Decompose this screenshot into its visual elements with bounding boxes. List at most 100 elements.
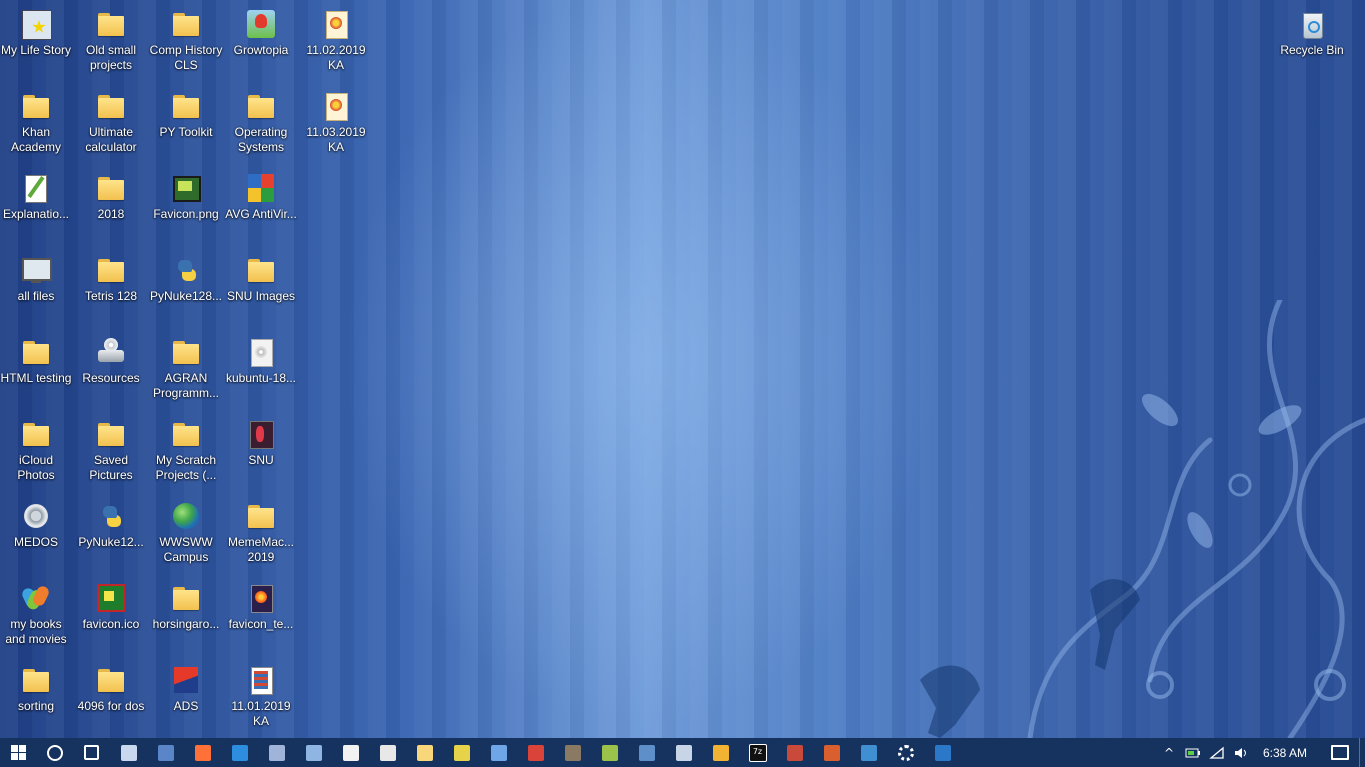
taskbar-app-icon-9-button[interactable]	[776, 738, 813, 767]
desktop-icon-explanatio[interactable]: Explanatio...	[0, 166, 72, 248]
taskbar-app-icon-1-button[interactable]	[147, 738, 184, 767]
avg-icon	[245, 172, 277, 204]
taskbar-app-icon-2-button[interactable]	[258, 738, 295, 767]
taskbar-notepad-button[interactable]	[406, 738, 443, 767]
app-icon-1	[157, 744, 174, 761]
desktop-icon-label: My Life Story	[0, 43, 72, 57]
taskbar-this-pc-button[interactable]	[110, 738, 147, 767]
taskbar-search-button[interactable]	[36, 738, 73, 767]
taskbar-app-icon-3-button[interactable]	[443, 738, 480, 767]
desktop-icon-icloud-photos[interactable]: iCloud Photos	[0, 412, 72, 494]
desktop-icon-wwsww-campus[interactable]: WWSWW Campus	[150, 494, 222, 576]
desktop-icon-operating-systems[interactable]: Operating Systems	[225, 84, 297, 166]
desktop-icon-11-02-2019-ka[interactable]: 11.02.2019 KA	[300, 2, 372, 84]
app-icon-10	[823, 744, 840, 761]
show-desktop-button[interactable]	[1359, 738, 1365, 767]
taskbar-firefox-button[interactable]	[184, 738, 221, 767]
folder-icon	[95, 8, 127, 40]
desktop-icon-2018[interactable]: 2018	[75, 166, 147, 248]
taskbar-app-icon-11-button[interactable]	[850, 738, 887, 767]
taskbar-app-icon-4-button[interactable]	[517, 738, 554, 767]
desktop-icon-horsingaro[interactable]: horsingaro...	[150, 576, 222, 658]
desktop-icon-11-01-2019-ka[interactable]: 11.01.2019 KA	[225, 658, 297, 738]
desktop-icon-avg-antivir[interactable]: AVG AntiVir...	[225, 166, 297, 248]
taskbar-app-icon-10-button[interactable]	[813, 738, 850, 767]
desktop-icon-all-files[interactable]: all files	[0, 248, 72, 330]
desktop-icon-4096-for-dos[interactable]: 4096 for dos	[75, 658, 147, 738]
taskbar-app-icon-7-button[interactable]	[665, 738, 702, 767]
taskbar-network-button[interactable]	[295, 738, 332, 767]
taskbar: 7z ^ 6:38 AM	[0, 738, 1365, 767]
taskbar-app-icon-8-button[interactable]	[702, 738, 739, 767]
firefox-icon	[194, 744, 211, 761]
msn-icon	[20, 582, 52, 614]
taskbar-app-icon-12-button[interactable]	[924, 738, 961, 767]
recycle-bin-icon[interactable]: Recycle Bin	[1276, 2, 1348, 84]
desktop-icon-ultimate-calculator[interactable]: Ultimate calculator	[75, 84, 147, 166]
desktop-icon-html-testing[interactable]: HTML testing	[0, 330, 72, 412]
desktop-icon-label: SNU Images	[226, 289, 296, 303]
green-img-icon	[170, 172, 202, 204]
desktop-icon-snu[interactable]: SNU	[225, 412, 297, 494]
desktop-icon-label: AGRAN Programm...	[152, 371, 219, 400]
taskbar-task-view-button[interactable]	[73, 738, 110, 767]
desktop-icon-resources[interactable]: Resources	[75, 330, 147, 412]
desktop-icon-label: 11.01.2019 KA	[231, 699, 291, 728]
folder-icon	[170, 336, 202, 368]
desktop-icon-old-small-projects[interactable]: Old small projects	[75, 2, 147, 84]
desktop-icon-favicon-te[interactable]: favicon_te...	[225, 576, 297, 658]
taskbar-edge-button[interactable]	[221, 738, 258, 767]
taskbar-settings-button[interactable]	[887, 738, 924, 767]
desktop-icon-my-books-and-movies[interactable]: my books and movies	[0, 576, 72, 658]
taskbar-gimp-button[interactable]	[554, 738, 591, 767]
python-icon	[95, 500, 127, 532]
app-icon-2	[268, 744, 285, 761]
app-icon-5	[601, 744, 618, 761]
desktop-icon-saved-pictures[interactable]: Saved Pictures	[75, 412, 147, 494]
desktop-icon-khan-academy[interactable]: Khan Academy	[0, 84, 72, 166]
wifi-icon[interactable]	[1205, 738, 1229, 767]
disc-icon	[245, 336, 277, 368]
taskbar-calculator-button[interactable]	[369, 738, 406, 767]
taskbar-document-button[interactable]	[332, 738, 369, 767]
desktop-icon-label: 11.03.2019 KA	[306, 125, 366, 154]
taskbar-app-icon-6-button[interactable]	[628, 738, 665, 767]
desktop-icon-kubuntu-18[interactable]: kubuntu-18...	[225, 330, 297, 412]
volume-icon[interactable]	[1229, 738, 1253, 767]
recycle-bin-graphic-icon	[1296, 8, 1328, 40]
taskbar-photos-button[interactable]	[480, 738, 517, 767]
desktop-icon-pynuke12[interactable]: PyNuke12...	[75, 494, 147, 576]
desktop-icon-favicon-png[interactable]: Favicon.png	[150, 166, 222, 248]
clock[interactable]: 6:38 AM	[1253, 746, 1321, 760]
desktop-icon-mememac-2019[interactable]: MemeMac... 2019	[225, 494, 297, 576]
show-hidden-icons-chevron-icon[interactable]: ^	[1157, 738, 1181, 767]
taskbar-app-icon-5-button[interactable]	[591, 738, 628, 767]
action-center-button[interactable]	[1321, 738, 1359, 767]
desktop-icon-sorting[interactable]: sorting	[0, 658, 72, 738]
desktop-icon-label: favicon.ico	[82, 617, 140, 631]
img-doc-icon	[320, 90, 352, 122]
desktop-icon-label: Tetris 128	[84, 289, 138, 303]
desktop-icon-ads[interactable]: ADS	[150, 658, 222, 738]
desktop-icon-11-03-2019-ka[interactable]: 11.03.2019 KA	[300, 84, 372, 166]
desktop-icon-comp-history-cls[interactable]: Comp History CLS	[150, 2, 222, 84]
desktop-icon-label: Khan Academy	[10, 125, 62, 154]
desktop-icon-pynuke128[interactable]: PyNuke128...	[150, 248, 222, 330]
taskbar-7zip-button[interactable]: 7z	[739, 738, 776, 767]
desktop-icon-py-toolkit[interactable]: PY Toolkit	[150, 84, 222, 166]
desktop-icon-medos[interactable]: MEDOS	[0, 494, 72, 576]
folder-icon	[245, 500, 277, 532]
desktop-icon-tetris-128[interactable]: Tetris 128	[75, 248, 147, 330]
windows-logo-icon	[10, 745, 26, 760]
app-icon-4	[527, 744, 544, 761]
desktop-icon-agran-programm[interactable]: AGRAN Programm...	[150, 330, 222, 412]
desktop-icon-my-scratch-projects[interactable]: My Scratch Projects (...	[150, 412, 222, 494]
battery-icon[interactable]	[1181, 738, 1205, 767]
globe-icon	[170, 500, 202, 532]
start-button[interactable]	[0, 738, 36, 767]
desktop-icon-snu-images[interactable]: SNU Images	[225, 248, 297, 330]
desktop-icon-my-life-story[interactable]: My Life Story	[0, 2, 72, 84]
desktop-icon-growtopia[interactable]: Growtopia	[225, 2, 297, 84]
desktop-icon-favicon-ico[interactable]: favicon.ico	[75, 576, 147, 658]
folder-icon	[245, 254, 277, 286]
